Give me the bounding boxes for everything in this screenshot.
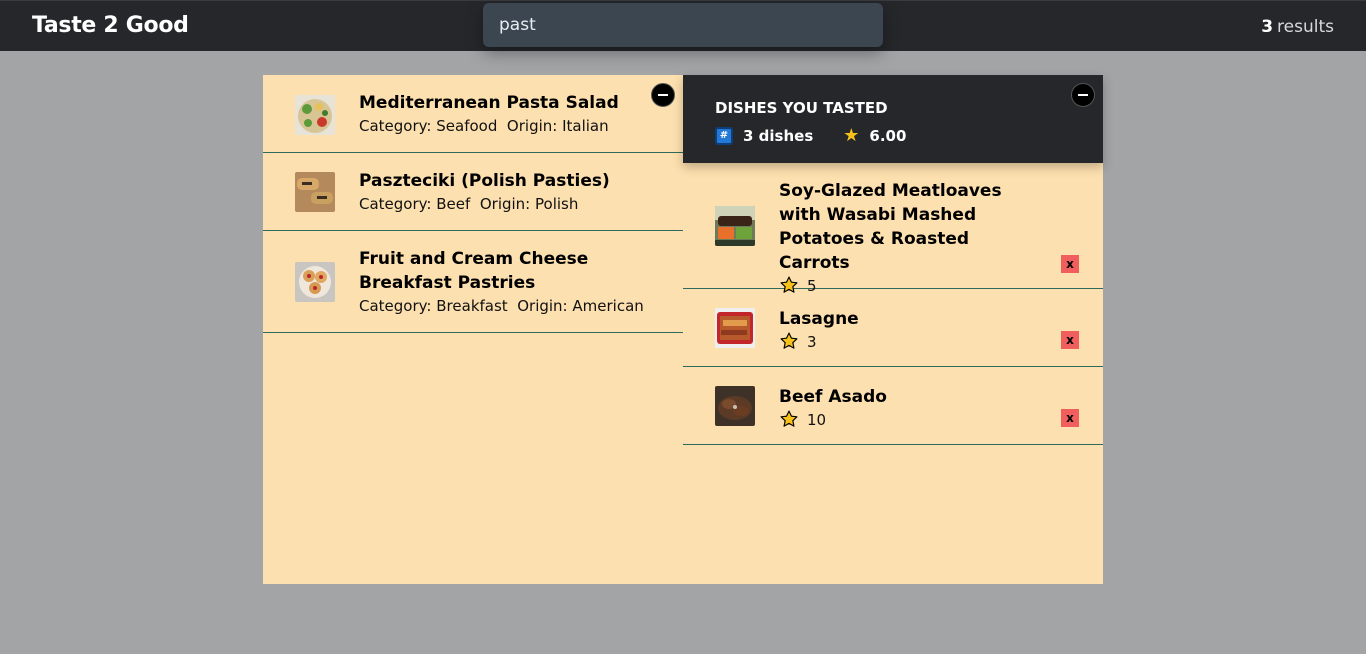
dish-meta: Category: Seafood Origin: Italian [359,115,663,137]
rating-value: 10 [807,411,827,429]
origin-label: Origin: [506,117,558,135]
dish-title: Mediterranean Pasta Salad [359,93,619,113]
dish-title: Fruit and Cream Cheese Breakfast Pastrie… [359,249,589,293]
result-body: Fruit and Cream Cheese Breakfast Pastrie… [359,247,663,317]
tasted-heading: DISHES YOU TASTED [715,99,888,117]
tasted-summary: DISHES YOU TASTED # 3 dishes ★ 6.00 [683,75,1103,163]
result-body: Mediterranean Pasta Salad Category: Seaf… [359,91,663,137]
dish-thumbnail [715,206,755,246]
category-value: Seafood [436,117,498,135]
dish-thumbnail [715,308,755,348]
star-outline-icon [780,410,798,427]
dish-thumbnail [295,95,335,135]
category-label: Category: [359,117,432,135]
origin-label: Origin: [517,297,568,315]
dish-title: Paszteciki (Polish Pasties) [359,171,610,191]
remove-button[interactable]: x [1061,255,1079,273]
dish-title: Lasagne [779,309,859,329]
star-outline-icon [780,332,798,349]
collapse-tasted-button[interactable] [1071,83,1095,107]
tasted-item[interactable]: Beef Asado 10 x [683,367,1103,445]
origin-label: Origin: [479,195,531,213]
dish-meta: Category: Beef Origin: Polish [359,193,663,215]
dish-count: 3 dishes [743,126,814,145]
dish-title: Soy-Glazed Meatloaves with Wasabi Mashed… [779,181,1002,273]
category-value: Beef [436,195,471,213]
brand-title[interactable]: Taste 2 Good [32,13,189,38]
star-icon: ★ [843,125,860,146]
tasted-item[interactable]: Lasagne 3 x [683,289,1103,367]
search-box[interactable] [483,3,883,47]
remove-button[interactable]: x [1061,409,1079,427]
tasted-panel: DISHES YOU TASTED # 3 dishes ★ 6.00 Soy-… [683,75,1103,584]
origin-value: Italian [562,117,609,135]
origin-value: Polish [535,195,579,213]
tasted-item[interactable]: Soy-Glazed Meatloaves with Wasabi Mashed… [683,163,1103,295]
rating-value: 3 [807,333,817,351]
average-rating: 6.00 [869,126,907,145]
hash-icon: # [715,126,733,145]
search-input[interactable] [483,3,883,47]
dish-meta: Category: Breakfast Origin: American [359,295,663,317]
tasted-body: Beef Asado 10 [779,385,1043,431]
results-label: results [1277,17,1334,37]
results-number: 3 [1261,17,1274,37]
dish-rating: 3 [779,331,1043,353]
category-label: Category: [359,195,432,213]
category-value: Breakfast [436,297,508,315]
dish-thumbnail [295,172,335,212]
dish-thumbnail [715,386,755,426]
search-results-panel: Mediterranean Pasta Salad Category: Seaf… [263,75,683,584]
result-item[interactable]: Mediterranean Pasta Salad Category: Seaf… [263,75,683,153]
origin-value: American [572,297,644,315]
result-item[interactable]: Paszteciki (Polish Pasties) Category: Be… [263,153,683,231]
remove-button[interactable]: x [1061,331,1079,349]
top-navbar: Taste 2 Good 3results [0,0,1366,51]
tasted-body: Soy-Glazed Meatloaves with Wasabi Mashed… [779,179,1043,297]
result-item[interactable]: Fruit and Cream Cheese Breakfast Pastrie… [263,231,683,333]
results-count: 3 results [1261,17,1334,37]
category-label: Category: [359,297,432,315]
tasted-body: Lasagne 3 [779,307,1043,353]
result-body: Paszteciki (Polish Pasties) Category: Be… [359,169,663,215]
collapse-results-button[interactable] [651,83,675,107]
dish-thumbnail [295,262,335,302]
dish-title: Beef Asado [779,387,887,407]
dish-rating: 10 [779,409,1043,431]
tasted-stats: # 3 dishes ★ 6.00 [715,125,906,146]
